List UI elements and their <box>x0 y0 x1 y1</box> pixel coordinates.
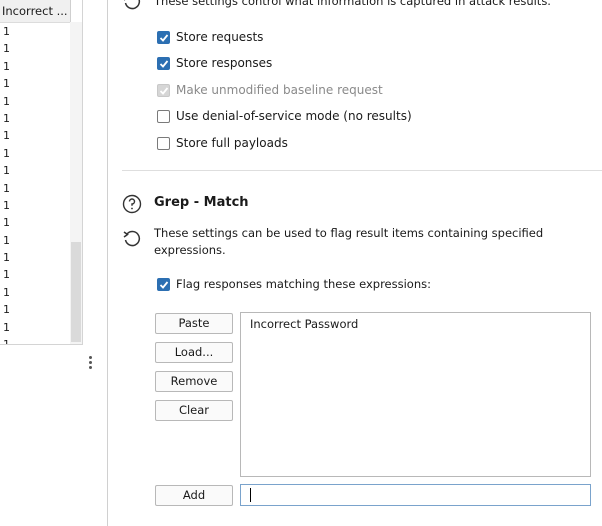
table-row[interactable]: 1 <box>0 336 70 344</box>
add-button[interactable]: Add <box>155 485 233 506</box>
grep-match-description: These settings can be used to flag resul… <box>154 226 544 240</box>
store-responses-checkbox[interactable] <box>157 57 170 70</box>
list-item[interactable]: Incorrect Password <box>250 317 358 331</box>
table-row[interactable]: 1 <box>0 40 70 57</box>
table-row[interactable]: 1 <box>0 180 70 197</box>
store-full-payloads-checkbox[interactable] <box>157 137 170 150</box>
more-options-icon[interactable] <box>86 356 94 372</box>
help-icon[interactable] <box>122 194 142 214</box>
scrollbar-thumb[interactable] <box>71 242 81 342</box>
table-row[interactable]: 1 <box>0 249 70 266</box>
restore-defaults-icon[interactable] <box>122 0 142 12</box>
clear-button[interactable]: Clear <box>155 400 233 421</box>
grep-match-description-cont: expressions. <box>154 243 226 257</box>
checkmark-icon <box>159 87 169 95</box>
table-row[interactable]: 1 <box>0 93 70 110</box>
results-rows: 1 1 1 1 1 1 1 1 1 1 1 1 1 1 1 1 1 1 1 <box>0 23 70 344</box>
store-requests-checkbox[interactable] <box>157 31 170 44</box>
pane-border-bottom <box>0 344 83 345</box>
paste-button[interactable]: Paste <box>155 313 233 334</box>
results-scrollbar[interactable] <box>70 22 82 344</box>
table-row[interactable]: 1 <box>0 145 70 162</box>
checkmark-icon <box>159 60 169 68</box>
grep-match-title: Grep - Match <box>154 195 249 210</box>
table-row[interactable]: 1 <box>0 319 70 336</box>
table-row[interactable]: 1 <box>0 58 70 75</box>
checkmark-icon <box>159 34 169 42</box>
table-row[interactable]: 1 <box>0 284 70 301</box>
flag-responses-label: Flag responses matching these expression… <box>176 277 431 291</box>
expressions-list[interactable]: Incorrect Password <box>240 312 591 477</box>
flag-responses-checkbox[interactable] <box>157 278 170 291</box>
baseline-request-label: Make unmodified baseline request <box>176 83 383 97</box>
text-cursor <box>250 488 251 502</box>
store-responses-label: Store responses <box>176 56 273 70</box>
pane-border <box>82 0 83 344</box>
restore-defaults-icon[interactable] <box>122 229 142 249</box>
table-row[interactable]: 1 <box>0 301 70 318</box>
add-expression-input[interactable] <box>240 484 591 506</box>
table-row[interactable]: 1 <box>0 197 70 214</box>
table-row[interactable]: 1 <box>0 232 70 249</box>
remove-button[interactable]: Remove <box>155 371 233 392</box>
table-row[interactable]: 1 <box>0 127 70 144</box>
attack-results-description: These settings control what information … <box>154 0 551 8</box>
table-row[interactable]: 1 <box>0 23 70 40</box>
settings-panel: These settings control what information … <box>108 0 602 526</box>
results-column-header[interactable]: Incorrect ... <box>0 0 70 23</box>
table-row[interactable]: 1 <box>0 110 70 127</box>
table-row[interactable]: 1 <box>0 214 70 231</box>
results-column-header-label: Incorrect ... <box>2 4 68 18</box>
table-row[interactable]: 1 <box>0 162 70 179</box>
table-row[interactable]: 1 <box>0 75 70 92</box>
store-requests-label: Store requests <box>176 30 264 44</box>
checkmark-icon <box>159 281 169 289</box>
column-divider <box>70 0 71 22</box>
table-row[interactable]: 1 <box>0 266 70 283</box>
dos-mode-checkbox[interactable] <box>157 110 170 123</box>
baseline-request-checkbox <box>157 84 170 97</box>
dos-mode-label: Use denial-of-service mode (no results) <box>176 109 412 123</box>
load-button[interactable]: Load... <box>155 342 233 363</box>
store-full-payloads-label: Store full payloads <box>176 136 288 150</box>
section-divider <box>122 170 602 171</box>
results-table: Incorrect ... 1 1 1 1 1 1 1 1 1 1 1 1 1 … <box>0 0 83 344</box>
